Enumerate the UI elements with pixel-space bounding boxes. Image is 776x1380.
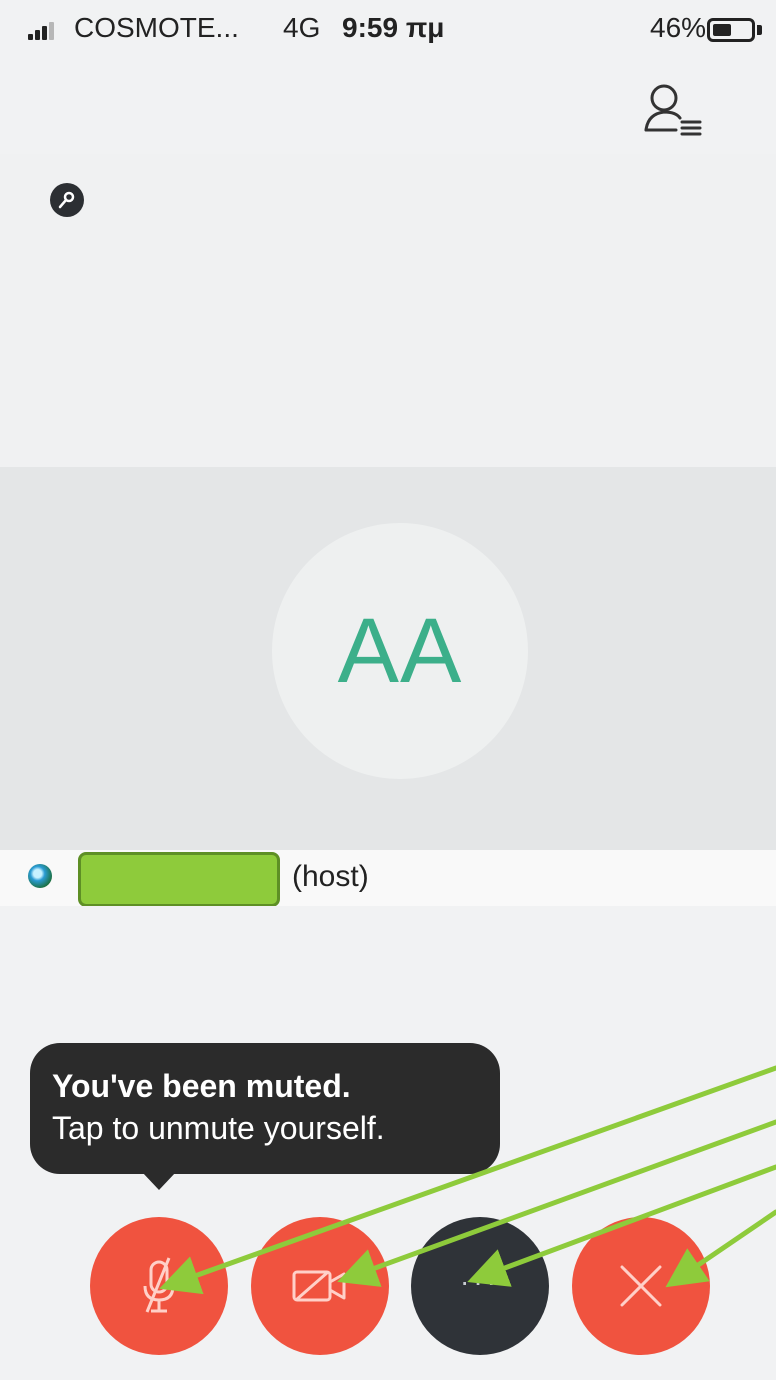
tooltip-title: You've been muted. xyxy=(52,1068,351,1104)
leave-meeting-button[interactable] xyxy=(572,1217,710,1355)
microphone-muted-icon xyxy=(143,1257,175,1313)
redacted-participant-name xyxy=(78,852,280,907)
carrier-name: COSMOTE... xyxy=(74,12,239,43)
battery-percentage: 46% xyxy=(650,12,707,43)
more-options-button[interactable]: ··· xyxy=(411,1217,549,1355)
signal-strength-icon xyxy=(28,22,56,40)
meeting-info-area xyxy=(0,154,776,467)
participants-list-icon[interactable] xyxy=(640,78,710,142)
battery-icon xyxy=(707,18,755,42)
connection-status-icon xyxy=(28,864,52,888)
muted-tooltip[interactable] xyxy=(30,1043,500,1174)
participant-avatar: AA xyxy=(272,523,528,779)
camera-off-icon xyxy=(292,1270,346,1302)
close-icon xyxy=(620,1265,662,1307)
start-video-button[interactable] xyxy=(251,1217,389,1355)
battery-tip xyxy=(757,25,762,35)
host-label: (host) xyxy=(292,860,369,893)
status-time: 9:59 πμ xyxy=(342,12,445,43)
avatar-initials: AA xyxy=(337,599,463,702)
tooltip-body: Tap to unmute yourself. xyxy=(52,1110,385,1146)
lock-icon[interactable] xyxy=(50,183,84,217)
network-type: 4G xyxy=(283,12,321,43)
more-icon: ··· xyxy=(460,1266,500,1297)
unmute-button[interactable] xyxy=(90,1217,228,1355)
tooltip-pointer xyxy=(142,1172,176,1190)
